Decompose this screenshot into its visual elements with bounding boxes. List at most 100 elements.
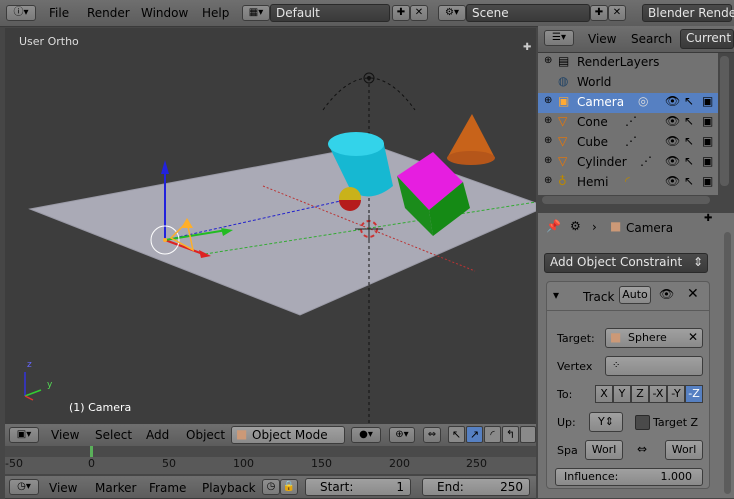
outliner-h-scrollbar[interactable] bbox=[542, 196, 710, 204]
render-camera-icon[interactable]: ▣ bbox=[702, 154, 713, 168]
dropdown-arrows-icon: ⇕ bbox=[692, 255, 703, 269]
axis-widget-x bbox=[24, 395, 34, 401]
to-axis-neg-x[interactable]: -X bbox=[649, 385, 667, 403]
constraint-visibility-eye-icon[interactable]: 👁 bbox=[659, 287, 674, 301]
editor-type-icon[interactable]: ▣▾ bbox=[9, 427, 39, 443]
render-camera-icon[interactable]: ▣ bbox=[702, 114, 713, 128]
select-cursor-icon[interactable]: ↖ bbox=[684, 114, 694, 128]
render-engine-select[interactable]: Blender Render bbox=[642, 4, 734, 22]
translate-manipulator-icon[interactable]: ↖ bbox=[448, 426, 465, 443]
outliner-row-renderlayers[interactable]: ⊕ ▤ RenderLayers bbox=[538, 53, 718, 73]
timeline-menu-playback[interactable]: Playback bbox=[202, 481, 256, 495]
header-menu-add[interactable]: Add bbox=[146, 428, 169, 442]
visibility-eye-icon[interactable]: 👁 bbox=[665, 154, 680, 168]
outliner-filter-select[interactable]: Current bbox=[680, 29, 734, 49]
expand-icon[interactable]: ⊕ bbox=[544, 155, 552, 166]
header-menu-view[interactable]: View bbox=[51, 428, 79, 442]
lock-icon[interactable]: 🔒 bbox=[280, 479, 298, 495]
expand-icon[interactable]: ⊕ bbox=[544, 175, 552, 186]
header-menu-object[interactable]: Object bbox=[186, 428, 225, 442]
add-scene-icon[interactable]: ✚ bbox=[590, 5, 608, 21]
start-frame-field[interactable]: Start: 1 bbox=[305, 478, 411, 496]
auto-button[interactable]: Auto bbox=[619, 286, 651, 304]
timeline-editor-icon[interactable]: ◷▾ bbox=[9, 479, 39, 495]
info-editor-icon[interactable]: ⓘ▾ bbox=[6, 5, 36, 21]
timeline-ruler[interactable]: -50 0 50 100 150 200 250 bbox=[5, 446, 536, 474]
rotate-manipulator-icon[interactable]: ↗ bbox=[466, 426, 483, 443]
to-axis-x[interactable]: X bbox=[595, 385, 613, 403]
select-cursor-icon[interactable]: ↖ bbox=[684, 154, 694, 168]
menu-help[interactable]: Help bbox=[202, 6, 229, 20]
properties-split-icon[interactable]: ✚ bbox=[704, 213, 712, 224]
layer-icon[interactable] bbox=[520, 426, 536, 443]
screen-layout-field[interactable]: Default bbox=[270, 4, 390, 22]
visibility-eye-icon[interactable]: 👁 bbox=[665, 134, 680, 148]
expand-icon[interactable]: ⊕ bbox=[544, 55, 552, 66]
timeline-menu-marker[interactable]: Marker bbox=[95, 481, 136, 495]
delete-screen-icon[interactable]: ✕ bbox=[410, 5, 428, 21]
outliner-row-label: World bbox=[577, 75, 612, 89]
add-constraint-select[interactable]: Add Object Constraint ⇕ bbox=[544, 253, 708, 273]
area-split-icon[interactable]: ✚ bbox=[523, 42, 531, 53]
header-menu-select[interactable]: Select bbox=[95, 428, 132, 442]
preview-range-icon[interactable]: ◷ bbox=[262, 479, 280, 495]
scene-field[interactable]: Scene bbox=[466, 4, 590, 22]
to-axis-neg-y[interactable]: -Y bbox=[667, 385, 685, 403]
expand-icon[interactable]: ⊕ bbox=[544, 95, 552, 106]
collapse-triangle-icon[interactable]: ▾ bbox=[553, 288, 559, 302]
render-camera-icon[interactable]: ▣ bbox=[702, 174, 713, 188]
timeline-menu-view[interactable]: View bbox=[49, 481, 77, 495]
target-clear-icon[interactable]: ✕ bbox=[688, 330, 698, 344]
to-axis-neg-z[interactable]: -Z bbox=[685, 385, 703, 403]
outliner-row-cylinder[interactable]: ⊕ ▽ Cylinder ⋰ 👁 ↖ ▣ bbox=[538, 153, 718, 173]
outliner-editor-icon[interactable]: ☰▾ bbox=[544, 30, 574, 46]
target-space-select[interactable]: Worl bbox=[665, 440, 703, 460]
end-frame-field[interactable]: End: 250 bbox=[422, 478, 530, 496]
expand-icon[interactable]: ⊕ bbox=[544, 115, 552, 126]
screen-layout-icon[interactable]: ▦▾ bbox=[242, 5, 270, 21]
render-camera-icon[interactable]: ▣ bbox=[702, 94, 713, 108]
menu-window[interactable]: Window bbox=[141, 6, 188, 20]
target-z-checkbox[interactable] bbox=[635, 415, 650, 430]
shading-icon[interactable]: ●▾ bbox=[351, 427, 381, 443]
owner-space-select[interactable]: Worl bbox=[585, 440, 623, 460]
constraint-name[interactable]: Track bbox=[583, 290, 614, 304]
outliner-menu-view[interactable]: View bbox=[588, 32, 616, 46]
constraint-delete-icon[interactable]: ✕ bbox=[687, 286, 699, 302]
menu-file[interactable]: File bbox=[49, 6, 69, 20]
manipulator-toggle-icon[interactable]: ⇔ bbox=[423, 427, 441, 443]
axis-widget-y bbox=[24, 389, 42, 397]
outliner-row-camera[interactable]: ⊕ ▣ Camera ◎ 👁 ↖ ▣ bbox=[538, 93, 718, 113]
outliner-row-cube[interactable]: ⊕ ▽ Cube ⋰ 👁 ↖ ▣ bbox=[538, 133, 718, 153]
pivot-icon[interactable]: ⊕▾ bbox=[389, 427, 415, 443]
mode-select[interactable]: Object Mode bbox=[231, 426, 345, 444]
add-screen-icon[interactable]: ✚ bbox=[392, 5, 410, 21]
visibility-eye-icon[interactable]: 👁 bbox=[665, 114, 680, 128]
timeline-menu-frame[interactable]: Frame bbox=[149, 481, 186, 495]
outliner-row-world[interactable]: ◍ World bbox=[538, 73, 718, 93]
outliner-scrollbar[interactable] bbox=[720, 56, 729, 186]
vertex-group-field[interactable]: ⁘ bbox=[605, 356, 703, 376]
outliner-row-hemi[interactable]: ⊕ ♁ Hemi ◜ 👁 ↖ ▣ bbox=[538, 173, 718, 193]
menu-render[interactable]: Render bbox=[87, 6, 130, 20]
select-cursor-icon[interactable]: ↖ bbox=[684, 94, 694, 108]
to-axis-y[interactable]: Y bbox=[613, 385, 631, 403]
to-axis-z[interactable]: Z bbox=[631, 385, 649, 403]
outliner-menu-search[interactable]: Search bbox=[631, 32, 672, 46]
select-cursor-icon[interactable]: ↖ bbox=[684, 174, 694, 188]
influence-slider[interactable]: Influence: 1.000 bbox=[555, 468, 703, 486]
properties-scrollbar[interactable] bbox=[724, 232, 731, 494]
pin-icon[interactable]: 📌 bbox=[546, 219, 561, 233]
3d-viewport[interactable]: User Ortho (1) Camera z y ✚ bbox=[5, 28, 536, 424]
render-camera-icon[interactable]: ▣ bbox=[702, 134, 713, 148]
scene-icon[interactable]: ⚙▾ bbox=[438, 5, 466, 21]
scale-manipulator-icon[interactable]: ◜ bbox=[484, 426, 501, 443]
up-axis-select[interactable]: Y⇕ bbox=[589, 412, 623, 432]
select-cursor-icon[interactable]: ↖ bbox=[684, 134, 694, 148]
outliner-row-cone[interactable]: ⊕ ▽ Cone ⋰ 👁 ↖ ▣ bbox=[538, 113, 718, 133]
visibility-eye-icon[interactable]: 👁 bbox=[665, 94, 680, 108]
delete-scene-icon[interactable]: ✕ bbox=[608, 5, 626, 21]
transform-orientation-icon[interactable]: ↰ bbox=[502, 426, 519, 443]
expand-icon[interactable]: ⊕ bbox=[544, 135, 552, 146]
visibility-eye-icon[interactable]: 👁 bbox=[665, 174, 680, 188]
